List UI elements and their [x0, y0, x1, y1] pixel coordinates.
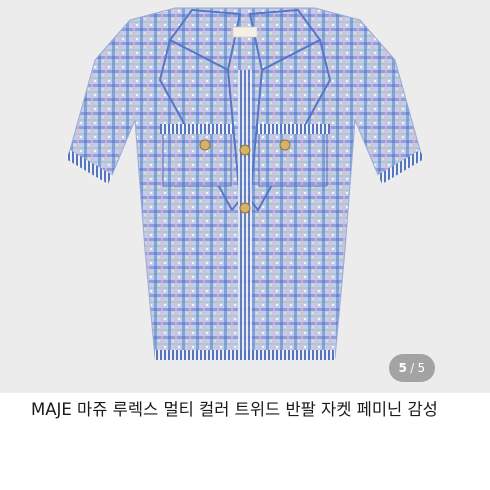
current-image-number: 5: [398, 361, 408, 375]
product-image[interactable]: [0, 0, 490, 393]
product-title[interactable]: MAJE 마쥬 루렉스 멀티 컬러 트위드 반팔 자켓 페미닌 감성: [31, 396, 461, 423]
product-card[interactable]: 5 / 5 MAJE 마쥬 루렉스 멀티 컬러 트위드 반팔 자켓 페미닌 감성: [0, 0, 490, 490]
product-info: MAJE 마쥬 루렉스 멀티 컬러 트위드 반팔 자켓 페미닌 감성: [31, 396, 461, 423]
image-counter-badge: 5 / 5: [389, 354, 435, 382]
counter-separator: /: [410, 361, 415, 375]
product-image-area[interactable]: 5 / 5: [0, 0, 490, 393]
total-image-count: 5: [417, 361, 426, 375]
